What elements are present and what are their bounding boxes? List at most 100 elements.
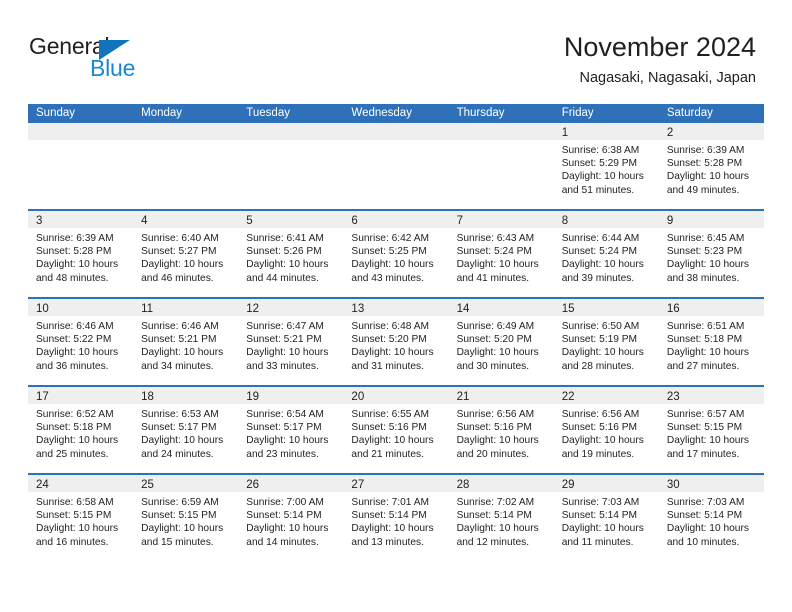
page-title: November 2024 [563,32,756,62]
daylight-text-line2: and 31 minutes. [351,360,424,372]
day-details: Sunrise: 6:58 AM Sunset: 5:15 PM Daylight:… [28,492,133,549]
calendar-day-cell[interactable]: 17 Sunrise: 6:52 AM Sunset: 5:18 PM Dayligh… [28,387,134,473]
day-number-band: 24 [28,475,134,492]
calendar-day-cell[interactable]: 21 Sunrise: 6:56 AM Sunset: 5:16 PM Dayligh… [448,387,554,473]
day-number: 23 [666,391,680,403]
day-details: Sunrise: 6:49 AM Sunset: 5:20 PM Daylight:… [449,316,554,373]
day-number-band: 28 [448,475,554,492]
day-number: 29 [561,479,575,491]
day-details: Sunrise: 7:01 AM Sunset: 5:14 PM Daylight:… [343,492,448,549]
day-number-band: 26 [238,475,344,492]
day-number: 4 [141,215,148,227]
day-details: Sunrise: 6:45 AM Sunset: 5:23 PM Daylight:… [659,228,764,285]
day-details: Sunrise: 6:56 AM Sunset: 5:16 PM Daylight:… [554,404,659,461]
calendar-day-cell[interactable]: 20 Sunrise: 6:55 AM Sunset: 5:16 PM Dayligh… [343,387,449,473]
sunrise-text: Sunrise: 6:42 AM [351,233,430,244]
sunrise-text: Sunrise: 6:52 AM [36,409,114,420]
sunrise-text: Sunrise: 7:01 AM [351,497,430,508]
sunset-text: Sunset: 5:24 PM [456,246,532,258]
calendar-day-cell[interactable]: 8 Sunrise: 6:44 AM Sunset: 5:24 PM Daylight… [553,211,659,297]
day-details: Sunrise: 6:55 AM Sunset: 5:16 PM Daylight:… [343,404,448,461]
calendar-week-row: 10 Sunrise: 6:46 AM Sunset: 5:22 PM Dayligh… [28,299,764,387]
daylight-text-line2: and 20 minutes. [456,448,530,460]
daylight-text-line1: Daylight: 10 hours [456,435,539,447]
calendar-day-cell[interactable]: 3 Sunrise: 6:39 AM Sunset: 5:28 PM Daylight… [28,211,134,297]
sunrise-text: Sunrise: 6:46 AM [141,321,219,332]
logo-text-blue: Blue [90,55,136,81]
sunrise-text: Sunrise: 6:51 AM [666,321,745,332]
calendar-day-cell[interactable]: 19 Sunrise: 6:54 AM Sunset: 5:17 PM Dayligh… [238,387,344,473]
calendar-day-cell[interactable]: 5 Sunrise: 6:41 AM Sunset: 5:26 PM Daylight… [238,211,344,297]
calendar-day-cell[interactable]: 23 Sunrise: 6:57 AM Sunset: 5:15 PM Dayligh… [658,387,764,473]
calendar-day-cell[interactable]: 16 Sunrise: 6:51 AM Sunset: 5:18 PM Dayligh… [658,299,764,385]
day-details: Sunrise: 6:54 AM Sunset: 5:17 PM Daylight:… [238,404,343,461]
weekday-header-sunday: Sunday [36,107,76,119]
calendar-day-cell-empty [133,123,239,209]
calendar-day-cell-empty [28,123,134,209]
daylight-text-line2: and 15 minutes. [141,536,214,548]
calendar-day-cell[interactable]: 6 Sunrise: 6:42 AM Sunset: 5:25 PM Daylight… [343,211,449,297]
sunrise-text: Sunrise: 6:40 AM [141,233,219,244]
sunset-text: Sunset: 5:25 PM [351,246,427,258]
calendar-week-row: 1 Sunrise: 6:38 AM Sunset: 5:29 PM Daylight… [28,123,764,211]
daylight-text-line1: Daylight: 10 hours [141,523,224,535]
calendar-day-cell[interactable]: 24 Sunrise: 6:58 AM Sunset: 5:15 PM Dayligh… [28,475,134,563]
calendar-day-cell[interactable]: 26 Sunrise: 7:00 AM Sunset: 5:14 PM Dayligh… [238,475,344,563]
day-details: Sunrise: 7:03 AM Sunset: 5:14 PM Daylight:… [554,492,659,549]
calendar-day-cell[interactable]: 7 Sunrise: 6:43 AM Sunset: 5:24 PM Daylight… [448,211,554,297]
day-number-band: 29 [553,475,659,492]
daylight-text-line1: Daylight: 10 hours [246,347,329,359]
day-number-band: 23 [658,387,764,404]
daylight-text-line2: and 23 minutes. [246,448,319,460]
daylight-text-line1: Daylight: 10 hours [36,347,119,359]
sunset-text: Sunset: 5:16 PM [456,422,532,434]
calendar-day-cell[interactable]: 29 Sunrise: 7:03 AM Sunset: 5:14 PM Dayligh… [553,475,659,563]
daylight-text-line2: and 41 minutes. [456,272,530,284]
sunrise-text: Sunrise: 6:59 AM [141,497,219,508]
calendar-day-cell[interactable]: 12 Sunrise: 6:47 AM Sunset: 5:21 PM Dayligh… [238,299,344,385]
calendar-day-cell[interactable]: 4 Sunrise: 6:40 AM Sunset: 5:27 PM Daylight… [133,211,239,297]
weekday-header-wednesday: Wednesday [351,107,412,119]
sunset-text: Sunset: 5:26 PM [246,246,322,258]
daylight-text-line1: Daylight: 10 hours [246,259,329,271]
day-number-band [448,123,554,140]
weekday-header-row: Sunday Monday Tuesday Wednesday Thursday… [28,104,764,123]
day-details: Sunrise: 7:03 AM Sunset: 5:14 PM Daylight:… [659,492,764,549]
calendar-day-cell[interactable]: 30 Sunrise: 7:03 AM Sunset: 5:14 PM Dayligh… [658,475,764,563]
calendar-day-cell[interactable]: 9 Sunrise: 6:45 AM Sunset: 5:23 PM Daylight… [658,211,764,297]
day-number-band: 19 [238,387,344,404]
sunset-text: Sunset: 5:23 PM [666,246,743,258]
sunrise-text: Sunrise: 6:46 AM [36,321,114,332]
day-details: Sunrise: 6:56 AM Sunset: 5:16 PM Daylight:… [449,404,554,461]
day-number: 21 [456,391,470,403]
calendar-day-cell[interactable]: 1 Sunrise: 6:38 AM Sunset: 5:29 PM Daylight… [553,123,659,209]
calendar-day-cell[interactable]: 18 Sunrise: 6:53 AM Sunset: 5:17 PM Dayligh… [133,387,239,473]
day-details: Sunrise: 6:44 AM Sunset: 5:24 PM Daylight:… [554,228,659,285]
day-number: 27 [351,479,365,491]
sunrise-text: Sunrise: 6:57 AM [666,409,745,420]
calendar-day-cell[interactable]: 2 Sunrise: 6:39 AM Sunset: 5:28 PM Daylight… [658,123,764,209]
daylight-text-line2: and 13 minutes. [351,536,424,548]
day-details: Sunrise: 6:53 AM Sunset: 5:17 PM Daylight:… [133,404,238,461]
day-number-band: 12 [238,299,344,316]
sunrise-text: Sunrise: 7:02 AM [456,497,535,508]
calendar-day-cell[interactable]: 11 Sunrise: 6:46 AM Sunset: 5:21 PM Dayligh… [133,299,239,385]
calendar-day-cell[interactable]: 14 Sunrise: 6:49 AM Sunset: 5:20 PM Dayligh… [448,299,554,385]
sunset-text: Sunset: 5:16 PM [561,422,638,434]
day-number-band [238,123,344,140]
calendar-day-cell[interactable]: 28 Sunrise: 7:02 AM Sunset: 5:14 PM Dayligh… [448,475,554,563]
sunrise-text: Sunrise: 6:49 AM [456,321,535,332]
calendar-day-cell[interactable]: 22 Sunrise: 6:56 AM Sunset: 5:16 PM Dayligh… [553,387,659,473]
calendar-day-cell[interactable]: 27 Sunrise: 7:01 AM Sunset: 5:14 PM Dayligh… [343,475,449,563]
calendar-day-cell[interactable]: 13 Sunrise: 6:48 AM Sunset: 5:20 PM Dayligh… [343,299,449,385]
day-number-band: 9 [658,211,764,228]
calendar-weeks: 1 Sunrise: 6:38 AM Sunset: 5:29 PM Daylight… [28,123,764,563]
calendar-day-cell-empty [238,123,344,209]
sunset-text: Sunset: 5:15 PM [36,510,112,522]
calendar-day-cell[interactable]: 25 Sunrise: 6:59 AM Sunset: 5:15 PM Dayligh… [133,475,239,563]
sunset-text: Sunset: 5:22 PM [36,334,112,346]
sunrise-text: Sunrise: 6:44 AM [561,233,640,244]
sunrise-text: Sunrise: 6:54 AM [246,409,324,420]
calendar-day-cell[interactable]: 15 Sunrise: 6:50 AM Sunset: 5:19 PM Dayligh… [553,299,659,385]
calendar-day-cell[interactable]: 10 Sunrise: 6:46 AM Sunset: 5:22 PM Dayligh… [28,299,134,385]
